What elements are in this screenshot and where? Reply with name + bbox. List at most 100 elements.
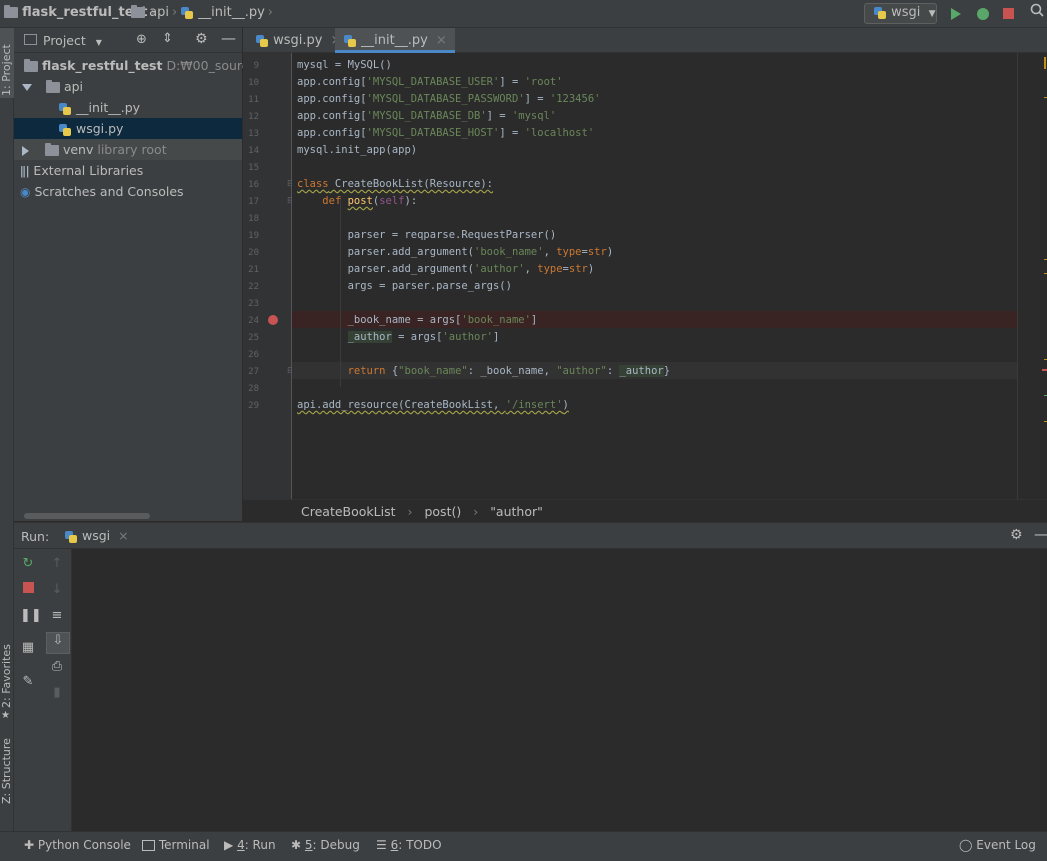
line-number: 27: [248, 367, 259, 377]
tree-item-project-root[interactable]: flask_restful_test D:₩00_sourcetree₩: [14, 55, 294, 76]
code-line: class CreateBookList(Resource):: [297, 178, 493, 190]
chevron-down-icon: [21, 84, 32, 91]
line-number: 17: [248, 197, 259, 207]
code-line: mysql = MySQL(): [297, 59, 392, 71]
horizontal-scrollbar[interactable]: [24, 513, 150, 519]
editor-tab-bar: wsgi.py × __init__.py ×: [243, 28, 1047, 53]
pin-icon: ✎: [22, 674, 34, 689]
crosshair-icon: ⊕: [136, 32, 147, 47]
run-icon: ▶: [224, 838, 234, 852]
structure-tool-tab[interactable]: Z: Structure: [0, 738, 13, 804]
layout-icon: ▦: [21, 640, 35, 655]
star-icon: ★: [1, 710, 10, 721]
breakpoint-marker[interactable]: [1042, 369, 1047, 371]
stop-icon: [22, 582, 34, 593]
line-number: 22: [248, 282, 259, 292]
project-panel-header: Project ▼ ⊕ ⇕ ⚙ —: [14, 28, 242, 53]
tree-item-external-libraries[interactable]: ǁǀ External Libraries: [14, 160, 242, 181]
chevron-down-icon: ▼: [928, 9, 936, 19]
pause-button[interactable]: ❚❚: [20, 608, 42, 624]
library-icon: ǁǀ: [19, 164, 30, 178]
panel-settings-button[interactable]: ⚙: [195, 31, 208, 47]
debug-tool-button[interactable]: ✱ 5: Debug: [291, 838, 360, 852]
breadcrumb-folder[interactable]: api ›: [131, 5, 180, 20]
stop-run-button[interactable]: [20, 582, 36, 598]
down-stack-button[interactable]: ↓: [49, 582, 65, 598]
tree-item-init-py[interactable]: __init__.py: [14, 97, 242, 118]
event-log-button[interactable]: ◯ Event Log: [959, 838, 1036, 852]
up-stack-button[interactable]: ↑: [49, 556, 65, 572]
list-icon: ☰: [376, 838, 387, 852]
pin-tab-button[interactable]: ✎: [20, 674, 36, 690]
line-number: 19: [248, 231, 259, 241]
run-button[interactable]: [951, 8, 961, 23]
terminal-icon: [142, 840, 155, 851]
debug-button[interactable]: [977, 8, 989, 23]
minimize-icon: —: [1034, 525, 1047, 543]
rerun-icon: ↻: [22, 556, 34, 571]
collapse-all-button[interactable]: ⇕: [162, 31, 173, 46]
folder-icon: [23, 59, 38, 72]
close-icon[interactable]: ×: [118, 528, 128, 543]
hide-panel-button[interactable]: —: [221, 29, 236, 47]
chevron-right-icon: [21, 145, 29, 156]
line-number: 18: [248, 214, 259, 224]
terminal-button[interactable]: Terminal: [142, 838, 210, 852]
print-button[interactable]: ⎙: [49, 659, 65, 675]
warning-marker[interactable]: [1044, 57, 1046, 69]
search-icon: [1030, 3, 1044, 17]
favorites-tool-tab[interactable]: 2: Favorites: [0, 644, 13, 708]
search-button[interactable]: [1030, 3, 1044, 21]
arrow-down-icon: ↓: [51, 582, 63, 597]
pause-icon: ❚❚: [20, 608, 42, 623]
breakpoint-icon[interactable]: [268, 315, 278, 325]
tree-item-venv[interactable]: venv library root: [14, 139, 242, 160]
line-number: 26: [248, 350, 259, 360]
restore-layout-button[interactable]: ▦: [20, 640, 36, 656]
clear-all-button[interactable]: ▮: [49, 685, 65, 701]
locate-button[interactable]: ⊕: [136, 32, 147, 47]
line-number: 20: [248, 248, 259, 258]
editor-gutter[interactable]: 9 10 11 12 13 14 15 16 17 18 19 20 21 22…: [243, 53, 295, 499]
run-tab-wsgi[interactable]: wsgi ×: [64, 528, 129, 544]
project-view-icon: [24, 34, 37, 45]
code-breadcrumb: CreateBookList › post() › "author": [243, 499, 1047, 522]
stop-button[interactable]: [1003, 8, 1014, 22]
left-tool-strip: 1: Project 2: Favorites ★ Z: Structure: [0, 28, 14, 831]
python-console-button[interactable]: ✚ Python Console: [24, 838, 131, 852]
tab-init-py[interactable]: __init__.py ×: [335, 28, 455, 53]
hide-run-panel-button[interactable]: —: [1034, 525, 1047, 543]
breadcrumb-key[interactable]: "author": [490, 504, 543, 519]
breadcrumb-file[interactable]: __init__.py ›: [180, 5, 276, 20]
tree-item-wsgi-py[interactable]: wsgi.py: [14, 118, 242, 139]
breadcrumb-class[interactable]: CreateBookList: [301, 504, 396, 519]
python-file-icon: [58, 123, 72, 137]
tree-item-scratches[interactable]: ◉ Scratches and Consoles: [14, 181, 242, 202]
breadcrumb-method[interactable]: post(): [424, 504, 461, 519]
close-icon[interactable]: ×: [436, 33, 447, 48]
folder-icon: [44, 143, 59, 156]
code-editor[interactable]: mysql = MySQL() app.config['MYSQL_DATABA…: [292, 53, 1047, 499]
rerun-button[interactable]: ↻: [20, 556, 36, 572]
project-view-selector[interactable]: Project ▼: [43, 33, 102, 48]
run-tool-button[interactable]: ▶ 4: Run: [224, 838, 276, 852]
collapse-icon: ⇕: [162, 31, 173, 46]
code-line: return {"book_name": _book_name, "author…: [347, 365, 671, 377]
soft-wrap-button[interactable]: ≡: [49, 608, 65, 624]
line-number: 9: [253, 61, 259, 71]
code-line: parser.add_argument('author', type=str): [297, 263, 595, 275]
run-settings-button[interactable]: ⚙: [1010, 527, 1023, 543]
navigation-bar: flask_restful_test › api › __init__.py › ws…: [0, 0, 1047, 28]
todo-tool-button[interactable]: ☰ 6: TODO: [376, 838, 442, 852]
error-stripe[interactable]: [1017, 53, 1047, 499]
python-file-icon: [180, 6, 194, 20]
run-console-output[interactable]: [72, 549, 1047, 831]
run-config-dropdown[interactable]: wsgi ▼: [864, 3, 937, 24]
scratches-icon: ◉: [19, 185, 31, 199]
tree-item-api[interactable]: api: [14, 76, 242, 97]
scroll-to-end-icon: ⇩: [52, 633, 64, 648]
scroll-to-end-button[interactable]: ⇩: [46, 632, 70, 654]
line-number: 11: [248, 95, 259, 105]
run-toolbar-primary: ↻ ❚❚ ▦ ✎: [14, 549, 42, 831]
line-number: 24: [248, 316, 259, 326]
